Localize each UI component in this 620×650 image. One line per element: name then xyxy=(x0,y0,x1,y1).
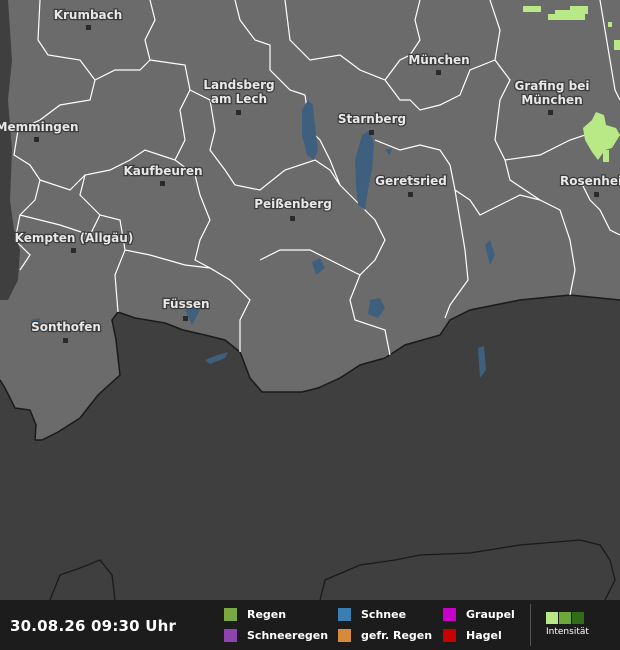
legend-item-schnee: Schnee xyxy=(338,607,406,621)
city-label: Kaufbeuren xyxy=(123,164,202,178)
radar-timestamp: 30.08.26 09:30 Uhr xyxy=(10,617,177,635)
city-label: Krumbach xyxy=(54,8,123,22)
city-label: Sonthofen xyxy=(31,320,101,334)
legend-label: gefr. Regen xyxy=(361,628,433,642)
city-label: Starnberg xyxy=(338,112,406,126)
city-label: Füssen xyxy=(162,297,209,311)
city-label: Grafing bei München xyxy=(515,79,590,107)
intensity-high xyxy=(572,612,584,624)
legend-item-graupel: Graupel xyxy=(443,607,515,621)
city-label: Landsberg am Lech xyxy=(203,78,274,106)
intensity-bars xyxy=(546,612,596,624)
legend-item-regen: Regen xyxy=(224,607,286,621)
city-label: Geretsried xyxy=(375,174,447,188)
city-label: Rosenheim xyxy=(560,174,620,188)
radar-map[interactable]: Krumbach Memmingen Kaufbeuren Kempten (A… xyxy=(0,0,620,600)
legend-label: Regen xyxy=(247,607,287,621)
regen-swatch xyxy=(224,607,237,621)
legend-divider xyxy=(530,604,531,646)
legend-label: Schnee xyxy=(361,607,407,621)
city-label: Kempten (Allgäu) xyxy=(15,231,134,245)
hagel-swatch xyxy=(443,628,456,642)
intensity-low xyxy=(546,612,558,624)
legend-label: Graupel xyxy=(466,607,515,621)
map-footer: 30.08.26 09:30 Uhr Regen Schneeregen Sch… xyxy=(0,600,620,650)
city-label: Memmingen xyxy=(0,120,79,134)
city-label: Peißenberg xyxy=(254,197,332,211)
schnee-swatch xyxy=(338,607,351,621)
gefr-regen-swatch xyxy=(338,628,351,642)
legend-item-hagel: Hagel xyxy=(443,628,502,642)
schneeregen-swatch xyxy=(224,628,237,642)
graupel-swatch xyxy=(443,607,456,621)
rain-radar-app: Krumbach Memmingen Kaufbeuren Kempten (A… xyxy=(0,0,620,650)
legend-label: Hagel xyxy=(466,628,502,642)
intensity-medium xyxy=(559,612,571,624)
city-label: München xyxy=(408,53,469,67)
legend-label: Schneeregen xyxy=(247,628,329,642)
intensity-label: Intensität xyxy=(546,627,589,637)
intensity-scale: Intensität xyxy=(546,612,596,637)
legend-item-schneeregen: Schneeregen xyxy=(224,628,328,642)
legend-item-gefr-regen: gefr. Regen xyxy=(338,628,432,642)
